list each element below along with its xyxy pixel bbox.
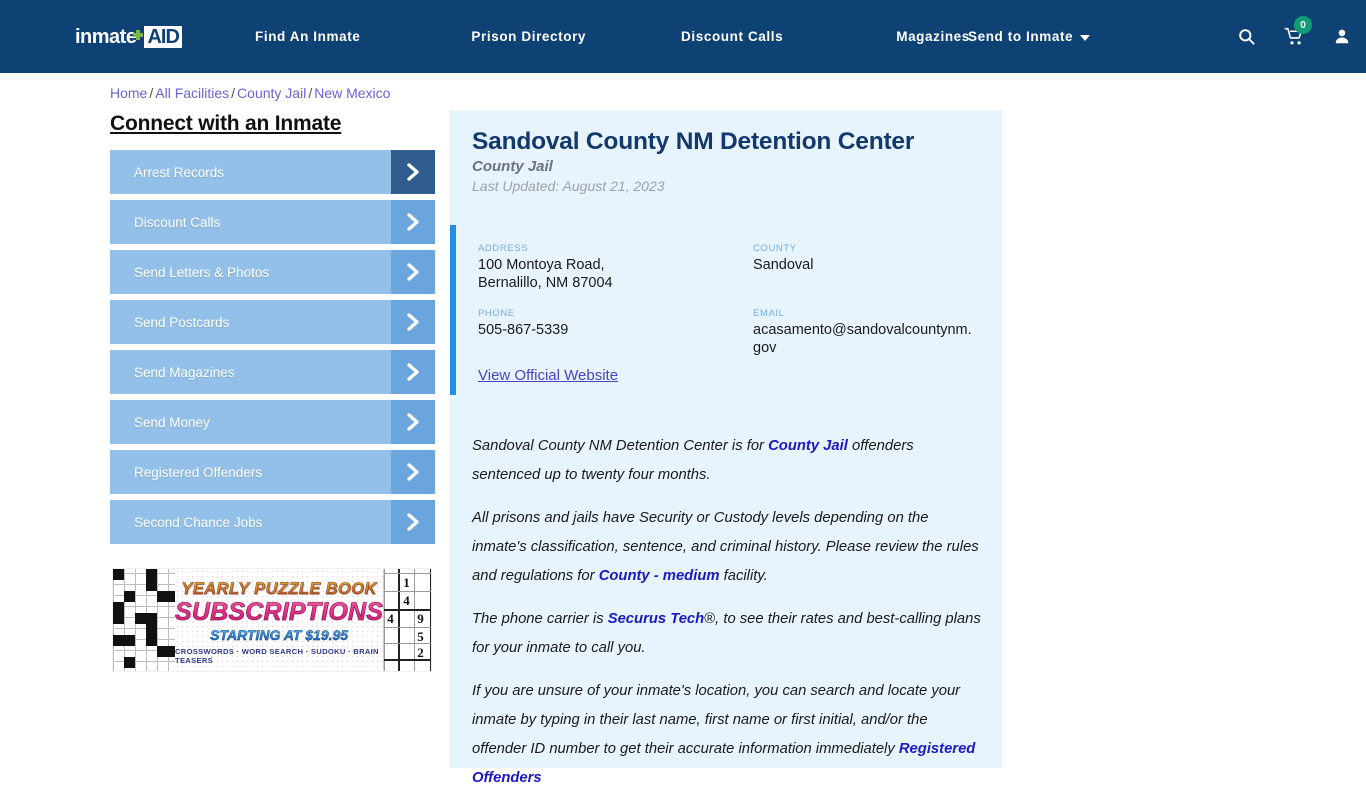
registered-trademark-icon: ® xyxy=(704,611,716,627)
address-line-2: Bernalillo, NM 87004 xyxy=(478,275,613,291)
chevron-right-icon xyxy=(391,250,435,294)
sidebar-item-discount-calls[interactable]: Discount Calls xyxy=(110,200,435,244)
breadcrumb-item-county-jail[interactable]: County Jail xyxy=(237,85,306,101)
search-icon[interactable] xyxy=(1222,0,1270,73)
ad-headline-1: YEARLY PUZZLE BOOK xyxy=(181,579,377,598)
address-value: 100 Montoya Road, Bernalillo, NM 87004 xyxy=(478,256,613,292)
description-paragraph-1: Sandoval County NM Detention Center is f… xyxy=(472,432,984,490)
sudoku-digit: 4 xyxy=(403,593,410,608)
user-account-icon[interactable] xyxy=(1318,0,1366,73)
address-field: ADDRESS 100 Montoya Road, Bernalillo, NM… xyxy=(478,243,613,292)
email-field: EMAIL acasamento@sandovalcountynm.gov xyxy=(753,308,975,357)
desc-p2-link-county-medium[interactable]: County - medium xyxy=(599,568,720,584)
desc-p1-link-county-jail[interactable]: County Jail xyxy=(768,438,848,454)
chevron-right-icon xyxy=(391,350,435,394)
sidebar-item-send-magazines[interactable]: Send Magazines xyxy=(110,350,435,394)
chevron-right-icon xyxy=(391,150,435,194)
phone-field: PHONE 505-867-5339 xyxy=(478,308,568,339)
phone-value[interactable]: 505-867-5339 xyxy=(478,321,568,339)
sidebar-item-registered-offenders[interactable]: Registered Offenders xyxy=(110,450,435,494)
phone-label: PHONE xyxy=(478,308,515,319)
chevron-right-icon xyxy=(391,200,435,244)
ad-price-line: STARTING AT $19.95 xyxy=(210,626,349,643)
sidebar-item-second-chance-jobs[interactable]: Second Chance Jobs xyxy=(110,500,435,544)
facility-description: Sandoval County NM Detention Center is f… xyxy=(472,432,984,807)
sidebar-item-label: Registered Offenders xyxy=(134,464,263,480)
sudoku-digit: 4 xyxy=(387,611,394,626)
chevron-right-icon xyxy=(391,400,435,444)
desc-p4-text-a: If you are unsure of your inmate's locat… xyxy=(472,683,961,757)
sudoku-digit: 2 xyxy=(417,645,424,660)
nav-icon-group: 0 xyxy=(1222,0,1366,73)
description-paragraph-2: All prisons and jails have Security or C… xyxy=(472,504,984,591)
nav-item-discount-calls[interactable]: Discount Calls xyxy=(681,29,783,44)
address-line-1: 100 Montoya Road, xyxy=(478,257,605,273)
desc-p3-link-securus-tech[interactable]: Securus Tech xyxy=(608,611,705,627)
breadcrumb-separator: / xyxy=(149,85,154,101)
sudoku-grid-graphic: 1 4 4 9 5 2 xyxy=(383,569,431,671)
nav-item-magazines[interactable]: Magazines xyxy=(896,29,970,44)
page-title: Sandoval County NM Detention Center xyxy=(472,128,915,155)
crossword-grid-graphic xyxy=(113,569,175,671)
nav-item-prison-directory[interactable]: Prison Directory xyxy=(471,29,586,44)
top-navigation-bar: inmate AID Find An Inmate Prison Directo… xyxy=(0,0,1366,73)
sidebar-item-send-letters-photos[interactable]: Send Letters & Photos xyxy=(110,250,435,294)
desc-p1-text-a: Sandoval County NM Detention Center is f… xyxy=(472,438,769,454)
sidebar-item-label: Arrest Records xyxy=(134,164,225,180)
sudoku-digit: 9 xyxy=(417,611,424,626)
sudoku-digit: 1 xyxy=(403,575,410,590)
cart-count-badge: 0 xyxy=(1294,16,1312,34)
ad-categories-line: CROSSWORDS · WORD SEARCH · SUDOKU · BRAI… xyxy=(175,646,379,665)
breadcrumb-item-new-mexico[interactable]: New Mexico xyxy=(314,85,390,101)
breadcrumb-separator: / xyxy=(308,85,313,101)
chevron-right-icon xyxy=(391,450,435,494)
sidebar-item-arrest-records[interactable]: Arrest Records xyxy=(110,150,435,194)
breadcrumb-separator: / xyxy=(231,85,236,101)
county-label: COUNTY xyxy=(753,243,797,254)
view-official-website-link[interactable]: View Official Website xyxy=(478,367,618,384)
logo-text-inmate: inmate xyxy=(75,25,137,48)
sidebar-heading: Connect with an Inmate xyxy=(110,112,342,135)
puzzle-book-ad-banner[interactable]: YEARLY PUZZLE BOOK SUBSCRIPTIONS STARTIN… xyxy=(112,568,432,672)
desc-p2-text-b: facility. xyxy=(719,568,768,584)
county-field: COUNTY Sandoval xyxy=(753,243,813,274)
ad-headline-2: SUBSCRIPTIONS xyxy=(175,597,384,626)
breadcrumb-item-home[interactable]: Home xyxy=(110,85,147,101)
chevron-right-icon xyxy=(391,500,435,544)
chevron-right-icon xyxy=(391,300,435,344)
description-paragraph-4: If you are unsure of your inmate's locat… xyxy=(472,677,984,793)
email-label: EMAIL xyxy=(753,308,785,319)
facility-type-subtitle: County Jail xyxy=(472,158,553,175)
sudoku-digit: 5 xyxy=(417,629,424,644)
nav-item-find-an-inmate[interactable]: Find An Inmate xyxy=(255,29,360,44)
breadcrumb: Home / All Facilities / County Jail / New Mexi… xyxy=(110,85,390,101)
sidebar-item-send-postcards[interactable]: Send Postcards xyxy=(110,300,435,344)
description-paragraph-3: The phone carrier is Securus Tech®, to s… xyxy=(472,605,984,663)
address-label: ADDRESS xyxy=(478,243,529,254)
sidebar: Connect with an Inmate Arrest Records Di… xyxy=(110,112,435,550)
sidebar-item-label: Second Chance Jobs xyxy=(134,514,263,530)
send-to-inmate-label: Send to Inmate xyxy=(968,29,1074,44)
nav-item-send-to-inmate[interactable]: Send to Inmate xyxy=(968,0,1091,73)
shopping-cart-icon[interactable]: 0 xyxy=(1270,0,1318,73)
county-value: Sandoval xyxy=(753,257,814,273)
breadcrumb-item-all-facilities[interactable]: All Facilities xyxy=(155,85,229,101)
sidebar-item-send-money[interactable]: Send Money xyxy=(110,400,435,444)
site-logo[interactable]: inmate AID xyxy=(75,25,182,49)
sidebar-item-label: Send Money xyxy=(134,414,210,430)
sidebar-item-label: Send Letters & Photos xyxy=(134,264,270,280)
email-value[interactable]: acasamento@sandovalcountynm.gov xyxy=(753,321,975,357)
sidebar-item-label: Send Postcards xyxy=(134,314,230,330)
primary-nav: Find An Inmate Prison Directory Discount… xyxy=(255,0,970,73)
desc-p3-text-a: The phone carrier is xyxy=(472,611,608,627)
green-plus-icon xyxy=(133,30,144,44)
sidebar-item-label: Send Magazines xyxy=(134,364,235,380)
ad-text-block: YEARLY PUZZLE BOOK SUBSCRIPTIONS STARTIN… xyxy=(175,569,383,671)
chevron-down-icon xyxy=(1080,34,1091,41)
sidebar-item-label: Discount Calls xyxy=(134,214,221,230)
logo-text-aid: AID xyxy=(144,26,182,48)
last-updated-text: Last Updated: August 21, 2023 xyxy=(472,178,665,194)
